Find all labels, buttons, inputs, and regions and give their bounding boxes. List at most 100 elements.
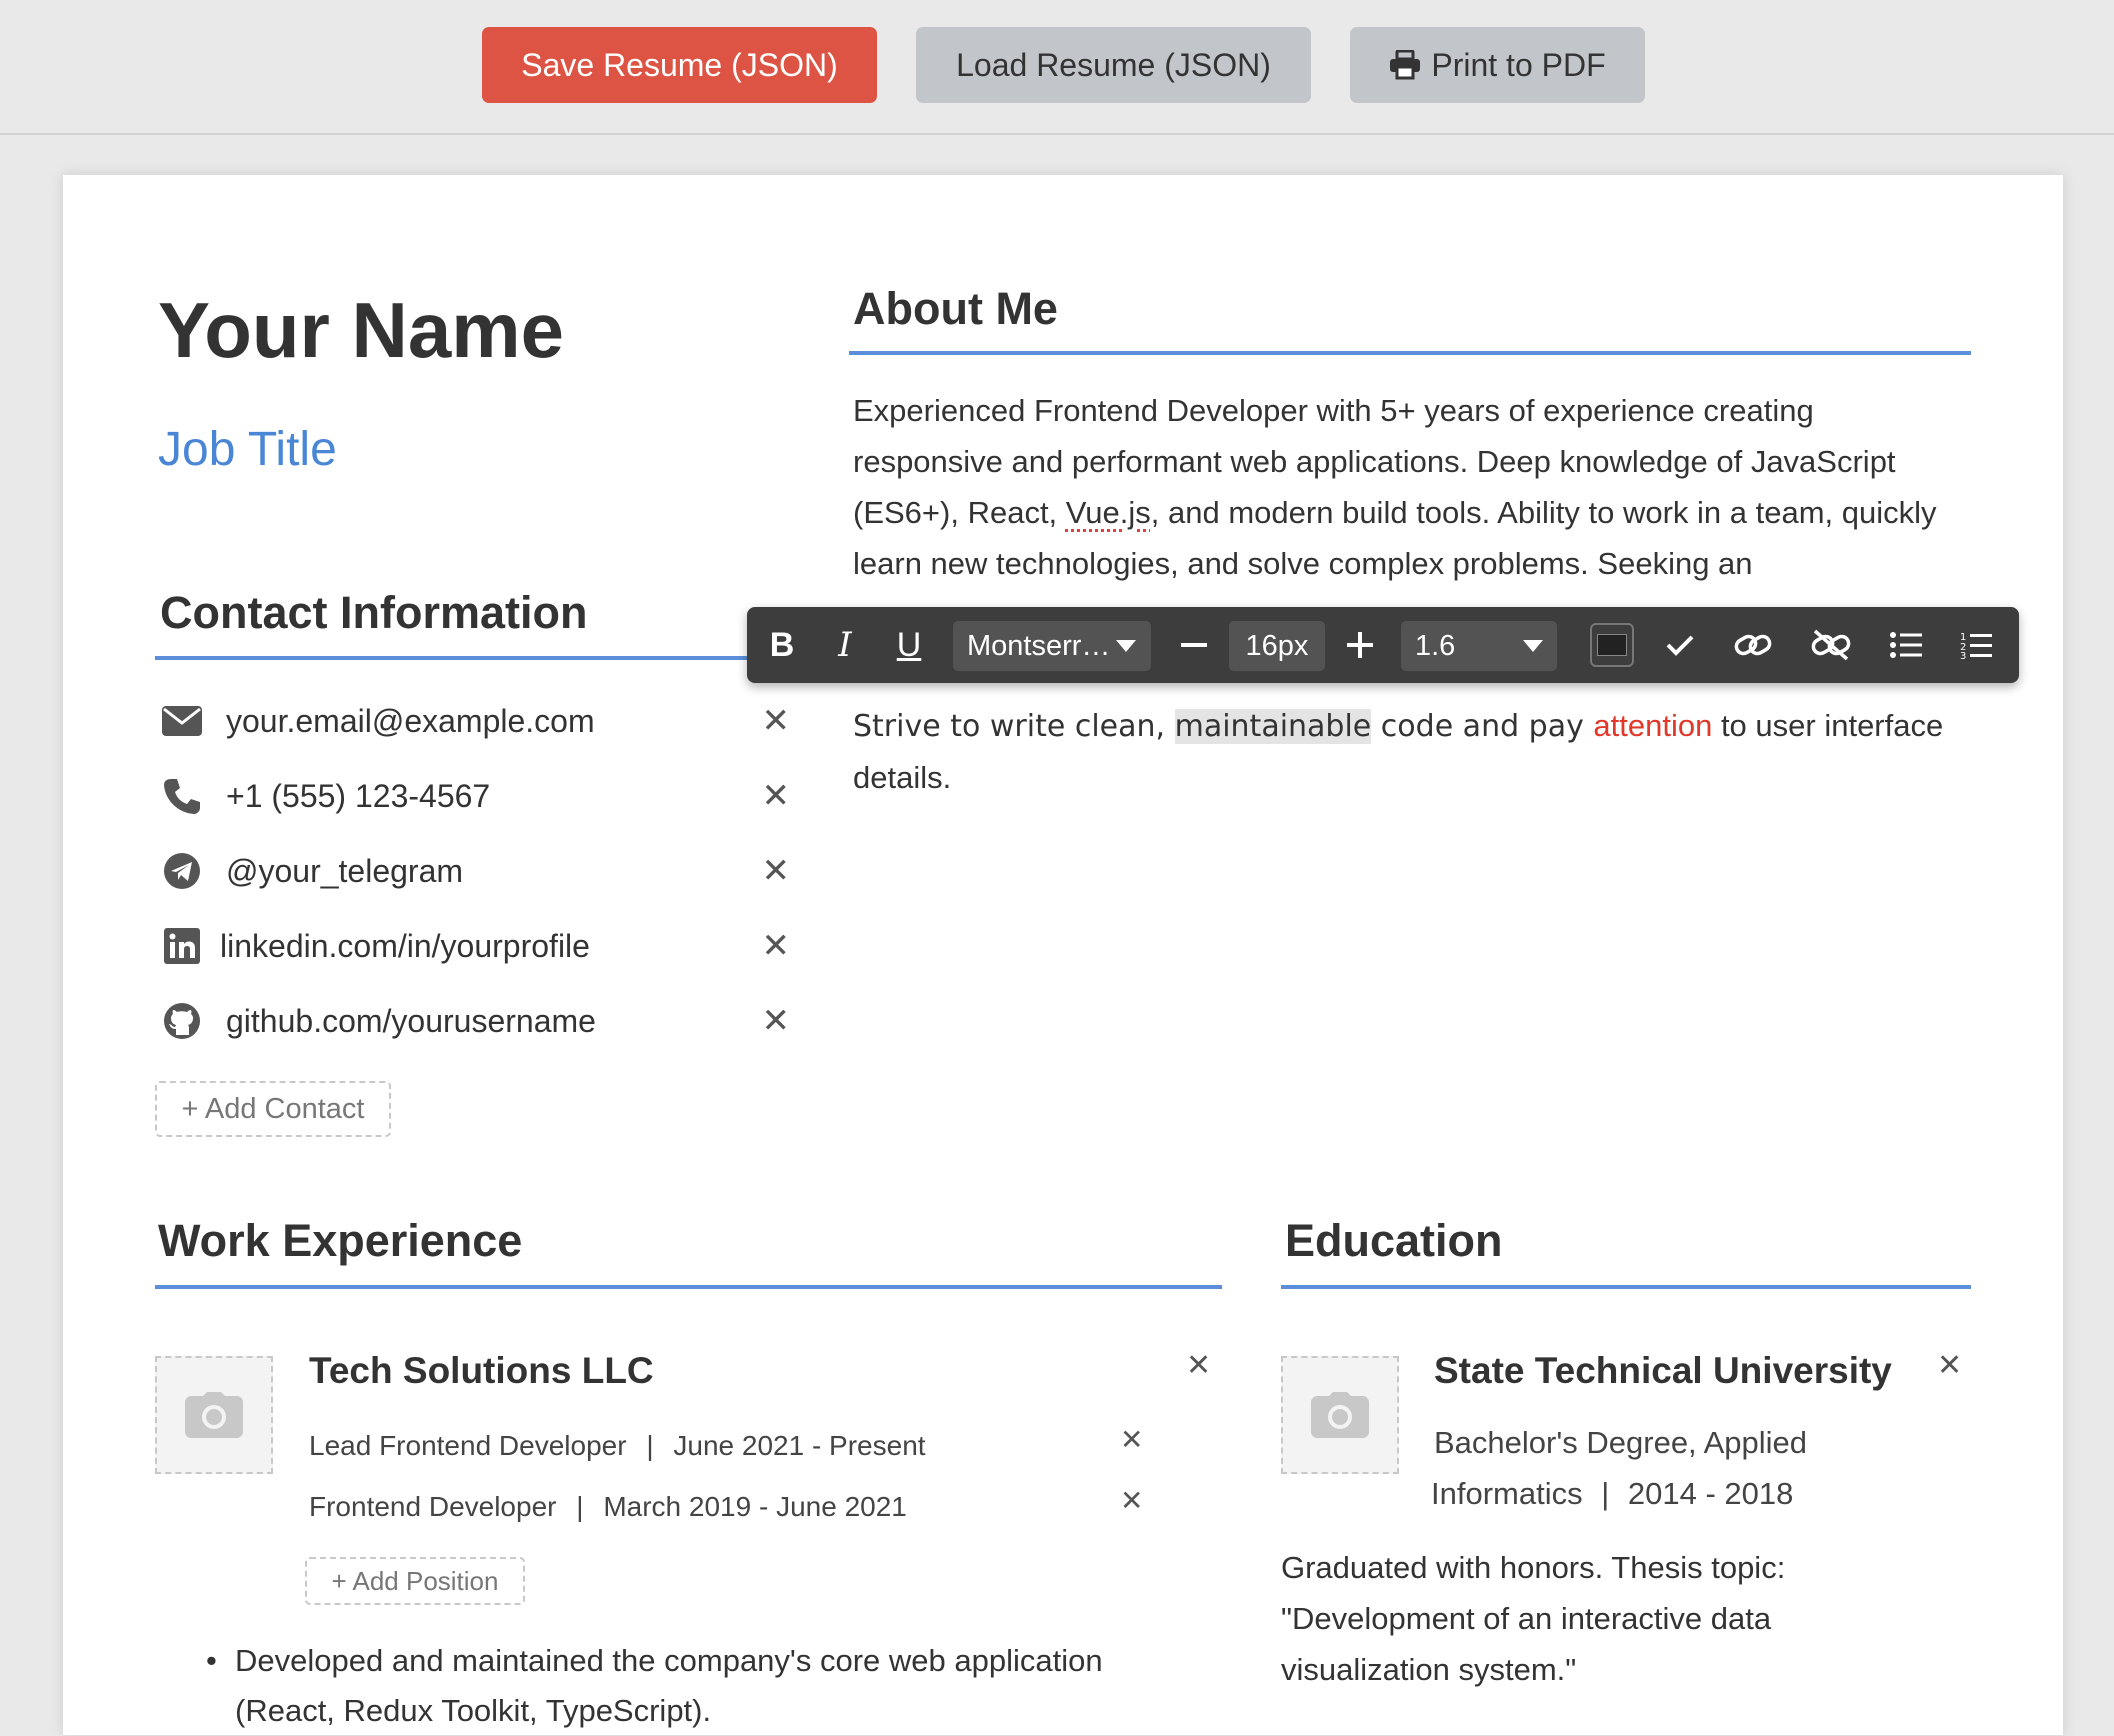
about-paragraph-1[interactable]: Experienced Frontend Developer with 5+ y… (853, 385, 1963, 589)
contact-phone-text[interactable]: +1 (555) 123-4567 (226, 778, 490, 815)
education-years: 2014 - 2018 (1627, 1476, 1794, 1511)
institution-name[interactable]: State Technical University (1434, 1350, 1892, 1392)
education-degree-line1: Bachelor's Degree, Applied (1434, 1425, 1807, 1460)
about-spellcheck-word: Vue.js (1065, 495, 1151, 530)
remove-contact-email-button[interactable]: ✕ (762, 701, 791, 741)
chevron-down-icon (1116, 640, 1137, 652)
contact-section-title[interactable]: Contact Information (160, 587, 587, 639)
font-family-value: Montserr… (967, 629, 1111, 662)
plus-icon (1347, 632, 1373, 658)
work-bullet-item[interactable]: • Developed and maintained the company's… (206, 1636, 1206, 1736)
bulleted-list-button[interactable] (1881, 607, 1931, 683)
remove-position-button[interactable]: ✕ (1120, 1423, 1143, 1456)
print-to-pdf-label: Print to PDF (1431, 46, 1606, 83)
work-bullet-text-cont: (React, Redux Toolkit, TypeScript). (235, 1693, 712, 1728)
contact-email-text[interactable]: your.email@example.com (226, 703, 595, 740)
position-role[interactable]: Lead Frontend Developer (309, 1430, 627, 1461)
work-bullet-text: Developed and maintained the company's c… (235, 1643, 1103, 1678)
camera-icon (185, 1392, 243, 1438)
check-icon (1666, 635, 1694, 656)
print-to-pdf-button[interactable]: Print to PDF (1350, 27, 1645, 103)
line-height-select[interactable]: 1.6 (1401, 621, 1557, 671)
numbered-list-icon: 123 (1960, 632, 1992, 659)
apply-check-button[interactable] (1655, 607, 1705, 683)
color-swatch-icon (1590, 623, 1634, 667)
contact-telegram-text[interactable]: @your_telegram (226, 853, 463, 890)
education-section-rule (1281, 1285, 1971, 1289)
contact-item-github[interactable]: github.com/yourusername ✕ (160, 996, 790, 1046)
education-separator: | (1601, 1476, 1610, 1511)
italic-button[interactable]: I (822, 607, 868, 683)
education-degree-line2: Informatics (1431, 1476, 1583, 1511)
contact-item-telegram[interactable]: @your_telegram ✕ (160, 846, 790, 896)
save-resume-label: Save Resume (JSON) (521, 46, 838, 83)
top-action-bar: Save Resume (JSON) Load Resume (JSON) Pr… (0, 0, 2114, 135)
load-resume-button[interactable]: Load Resume (JSON) (916, 27, 1311, 103)
line-height-value: 1.6 (1415, 629, 1456, 662)
position-dates[interactable]: June 2021 - Present (673, 1430, 925, 1461)
education-degree[interactable]: Bachelor's Degree, Applied Informatics |… (1431, 1417, 1951, 1519)
remove-contact-telegram-button[interactable]: ✕ (762, 851, 791, 891)
about-selected-text: maintainable (1174, 709, 1372, 744)
education-description[interactable]: Graduated with honors. Thesis topic: "De… (1281, 1542, 1841, 1695)
camera-icon (1311, 1392, 1369, 1438)
chevron-down-icon (1523, 640, 1543, 652)
position-dates[interactable]: March 2019 - June 2021 (603, 1491, 907, 1522)
text-color-picker[interactable] (1587, 607, 1637, 683)
position-row[interactable]: Lead Frontend Developer | June 2021 - Pr… (309, 1430, 926, 1462)
remove-education-button[interactable]: ✕ (1937, 1348, 1962, 1383)
unlink-icon (1811, 629, 1851, 661)
svg-text:3: 3 (1960, 651, 1966, 659)
printer-icon (1390, 50, 1421, 80)
font-size-input[interactable]: 16px (1229, 621, 1325, 671)
bullet-dot: • (206, 1643, 217, 1678)
company-logo-placeholder[interactable] (155, 1356, 273, 1474)
about-paragraph-2[interactable]: Strive to write clean, maintainable code… (853, 700, 1963, 803)
remove-contact-linkedin-button[interactable]: ✕ (762, 926, 791, 966)
contact-github-text[interactable]: github.com/yourusername (226, 1003, 596, 1040)
underline-button[interactable]: U (886, 607, 932, 683)
remove-position-button[interactable]: ✕ (1120, 1484, 1143, 1517)
about-section-rule (849, 351, 1971, 355)
resume-name[interactable]: Your Name (158, 285, 564, 376)
about-text-part: Strive to write clean, (853, 709, 1175, 744)
work-section-rule (155, 1285, 1222, 1289)
about-text-part: code and pay (1371, 709, 1594, 744)
contact-item-linkedin[interactable]: linkedin.com/in/yourprofile ✕ (160, 921, 790, 971)
remove-company-button[interactable]: ✕ (1186, 1348, 1211, 1383)
position-row[interactable]: Frontend Developer | March 2019 - June 2… (309, 1491, 907, 1523)
contact-item-email[interactable]: your.email@example.com ✕ (160, 696, 790, 746)
text-format-toolbar: B I U Montserr… 16px 1.6 123 (747, 607, 2019, 683)
contact-section-rule (155, 656, 795, 660)
minus-icon (1181, 643, 1207, 647)
work-section-title[interactable]: Work Experience (158, 1215, 522, 1267)
link-icon (1734, 634, 1772, 656)
telegram-icon (160, 849, 204, 893)
remove-link-button[interactable] (1803, 607, 1859, 683)
contact-linkedin-text[interactable]: linkedin.com/in/yourprofile (220, 928, 590, 965)
resume-job-title[interactable]: Job Title (158, 422, 337, 477)
font-family-select[interactable]: Montserr… (953, 621, 1151, 671)
linkedin-icon (160, 924, 204, 968)
company-name[interactable]: Tech Solutions LLC (309, 1350, 654, 1392)
remove-contact-phone-button[interactable]: ✕ (762, 776, 791, 816)
numbered-list-button[interactable]: 123 (1951, 607, 2001, 683)
insert-link-button[interactable] (1725, 607, 1781, 683)
save-resume-button[interactable]: Save Resume (JSON) (482, 27, 877, 103)
add-contact-button[interactable]: + Add Contact (155, 1081, 391, 1137)
position-role[interactable]: Frontend Developer (309, 1491, 556, 1522)
decrease-font-size-button[interactable] (1167, 607, 1221, 683)
phone-icon (160, 774, 204, 818)
remove-contact-github-button[interactable]: ✕ (762, 1001, 791, 1041)
bullet-list-icon (1890, 632, 1922, 658)
bold-button[interactable]: B (759, 607, 805, 683)
add-position-button[interactable]: + Add Position (305, 1557, 525, 1605)
github-icon (160, 999, 204, 1043)
institution-logo-placeholder[interactable] (1281, 1356, 1399, 1474)
increase-font-size-button[interactable] (1333, 607, 1387, 683)
about-red-text: attention (1593, 708, 1713, 743)
contact-item-phone[interactable]: +1 (555) 123-4567 ✕ (160, 771, 790, 821)
education-section-title[interactable]: Education (1285, 1215, 1503, 1267)
position-separator: | (576, 1491, 584, 1522)
about-section-title[interactable]: About Me (853, 283, 1058, 335)
